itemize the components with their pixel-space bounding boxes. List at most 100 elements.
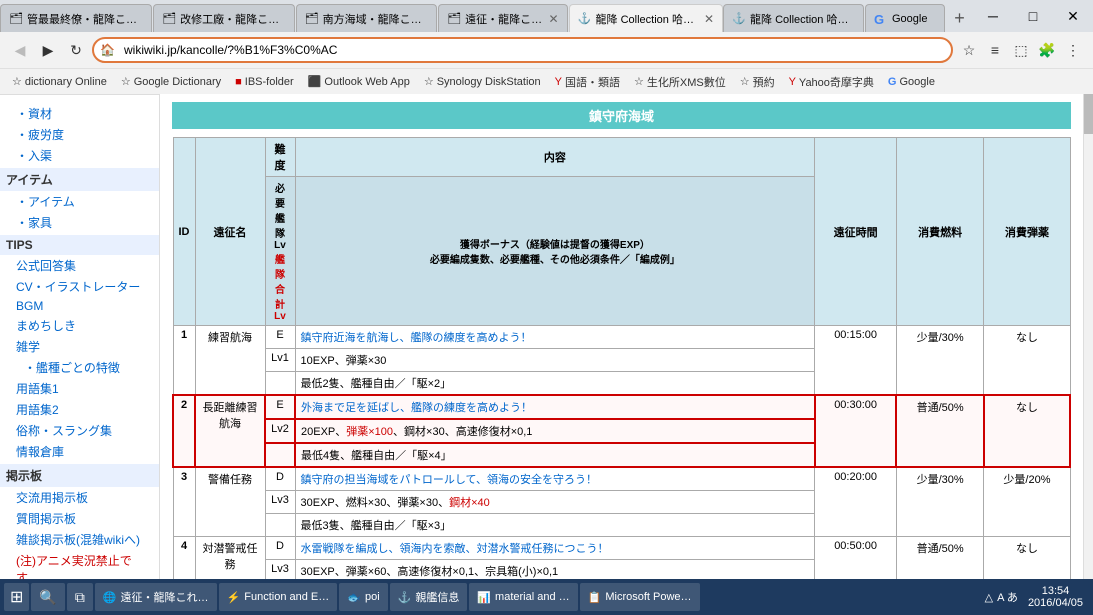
tab-2[interactable]: 🗂 改修工廠・龍降これ… bbox=[153, 4, 295, 32]
cast-button[interactable]: ⬚ bbox=[1009, 38, 1033, 62]
taskbar-search[interactable]: 🔍 bbox=[31, 583, 64, 611]
sidebar-item-bgm[interactable]: BGM bbox=[0, 297, 159, 315]
tab-1-favicon: 🗂 bbox=[9, 12, 23, 26]
ammo-link[interactable]: 弾薬×100 bbox=[346, 426, 393, 438]
refresh-button[interactable]: ↻ bbox=[64, 38, 88, 62]
taskbar-app-3[interactable]: 🐟 poi bbox=[339, 583, 387, 611]
forward-button[interactable]: ▶ bbox=[36, 38, 60, 62]
tab-6[interactable]: ⚓ 龍降 Collection 哈哦！ bbox=[723, 4, 864, 32]
sidebar-item-shitsumon[interactable]: 質問掲示板 bbox=[0, 508, 159, 529]
td-content-main-1: 鎮守府近海を航海し、艦隊の練度を高めよう！ bbox=[295, 326, 815, 349]
browser-window: 🗂 管最最終僚・龍降これ！ 🗂 改修工廠・龍降これ… 🗂 南方海域・龍降これ… … bbox=[0, 0, 1093, 581]
tab-bar: 🗂 管最最終僚・龍降これ！ 🗂 改修工廠・龍降これ… 🗂 南方海域・龍降これ… … bbox=[0, 0, 1093, 32]
bookmark-dictionary-online[interactable]: ☆ dictionary Online bbox=[8, 73, 111, 90]
back-button[interactable]: ◀ bbox=[8, 38, 32, 62]
taskbar-app-4-icon: ⚓ bbox=[398, 591, 412, 604]
sidebar-item-yougo1[interactable]: 用語集1 bbox=[0, 378, 159, 399]
sidebar-item-nyukyо[interactable]: ・入渠 bbox=[0, 145, 159, 166]
tab-3[interactable]: 🗂 南方海域・龍降これ… bbox=[296, 4, 438, 32]
sidebar-item-hirodo[interactable]: ・疲労度 bbox=[0, 124, 159, 145]
bookmark-yahoo[interactable]: Y Yahoo奇摩字典 bbox=[785, 72, 878, 92]
bookmark-seika[interactable]: ☆ 生化所XMS數位 bbox=[630, 72, 730, 92]
content-link-4[interactable]: 水雷戦隊を編成し、領海内を索敵、対潜水警戒任務につこう！ bbox=[301, 543, 609, 555]
th-content-sub: 獲得ボーナス（経験値は提督の獲得EXP）必要編成隻数、必要艦種、その他必須条件／… bbox=[295, 177, 815, 326]
scrollbar[interactable] bbox=[1083, 94, 1093, 581]
sidebar-item-slang[interactable]: 俗称・スラング集 bbox=[0, 420, 159, 441]
close-button[interactable]: ✕ bbox=[1053, 0, 1093, 32]
td-fuel-3: 少量/30% bbox=[896, 467, 984, 537]
sidebar-item-zatsugaku[interactable]: 雑学 bbox=[0, 336, 159, 357]
tab-5-close[interactable]: ✕ bbox=[704, 12, 714, 26]
sidebar-item-item[interactable]: ・アイテム bbox=[0, 191, 159, 212]
sidebar-item-souko[interactable]: 情報倉庫 bbox=[0, 441, 159, 462]
content-link-1[interactable]: 鎮守府近海を航海し、艦隊の練度を高めよう！ bbox=[301, 332, 532, 344]
tab-4-close[interactable]: ✕ bbox=[548, 12, 558, 26]
td-ammo-4: なし bbox=[984, 537, 1070, 582]
taskbar-app-6-icon: 📋 bbox=[588, 591, 602, 604]
bookmark-yoyaku[interactable]: ☆ 預約 bbox=[736, 72, 779, 92]
more-button[interactable]: ⋮ bbox=[1061, 38, 1085, 62]
steel-link[interactable]: 鋼材×40 bbox=[449, 497, 490, 509]
taskbar-app-6[interactable]: 📋 Microsoft Powe… bbox=[580, 583, 700, 611]
content-link-2[interactable]: 外海まで足を延ばし、艦隊の練度を高めよう！ bbox=[301, 402, 532, 414]
sidebar-item-anime-kinshi[interactable]: (注)アニメ実況禁止です bbox=[0, 550, 159, 581]
bookmark-synology[interactable]: ☆ Synology DiskStation bbox=[420, 73, 545, 90]
address-bar[interactable] bbox=[92, 37, 953, 63]
taskbar-notification-icon: △ bbox=[985, 591, 993, 604]
window-controls: ─ □ ✕ bbox=[973, 0, 1093, 32]
sidebar-item-mame[interactable]: まめちしき bbox=[0, 315, 159, 336]
maximize-button[interactable]: □ bbox=[1013, 0, 1053, 32]
yahoo-icon: Y bbox=[789, 76, 796, 88]
taskbar-app-2[interactable]: ⚡ Function and E… bbox=[219, 583, 338, 611]
extensions-button[interactable]: 🧩 bbox=[1035, 38, 1059, 62]
bookmark-google[interactable]: G Google bbox=[884, 74, 939, 90]
th-difficulty-sub: 必要艦隊Lv艦隊合計Lv bbox=[265, 177, 295, 326]
td-rank-4: D bbox=[265, 537, 295, 560]
taskbar-app-1-icon: 🌐 bbox=[103, 591, 117, 604]
tab-5[interactable]: ⚓ 龍降 Collection 哈哦！ ✕ bbox=[569, 4, 724, 32]
tab-7[interactable]: G Google bbox=[865, 4, 945, 32]
sidebar-item-cv[interactable]: CV・イラストレーター bbox=[0, 276, 159, 297]
td-content-sub3-2: 最低4隻、艦種自由／「駆×4」 bbox=[295, 443, 815, 467]
address-row: ◀ ▶ ↻ 🏠 ☆ ≡ ⬚ 🧩 ⋮ bbox=[0, 32, 1093, 68]
th-difficulty: 難度 bbox=[265, 138, 295, 177]
th-name: 遠征名 bbox=[195, 138, 265, 326]
bookmark-ibs-folder[interactable]: ■ IBS-folder bbox=[231, 74, 298, 90]
bookmark-outlook-label: Outlook Web App bbox=[324, 76, 409, 88]
th-content: 内容 bbox=[295, 138, 815, 177]
tab-4[interactable]: 🗂 遠征・龍降これ× ✕ bbox=[438, 4, 567, 32]
bookmark-ibs-label: IBS-folder bbox=[245, 76, 294, 88]
tab-5-favicon: ⚓ bbox=[578, 12, 592, 26]
tab-1[interactable]: 🗂 管最最終僚・龍降これ！ bbox=[0, 4, 152, 32]
taskbar-task-view[interactable]: ⧉ bbox=[67, 583, 93, 611]
bookmark-star[interactable]: ☆ bbox=[957, 38, 981, 62]
new-tab-button[interactable]: + bbox=[946, 4, 973, 32]
bookmark-google-dictionary[interactable]: ☆ Google Dictionary bbox=[117, 73, 225, 90]
google-icon: G bbox=[888, 76, 897, 88]
sidebar-item-zatsudan-mazari[interactable]: 雑談掲示板(混雑wikiへ) bbox=[0, 529, 159, 550]
bookmark-synology-label: Synology DiskStation bbox=[437, 76, 541, 88]
taskbar-app-5[interactable]: 📊 material and … bbox=[469, 583, 577, 611]
sidebar-item-kouryuu[interactable]: 交流用掲示板 bbox=[0, 487, 159, 508]
sidebar-item-kansen-toku[interactable]: ・艦種ごとの特徴 bbox=[0, 357, 159, 378]
menu-button[interactable]: ≡ bbox=[983, 38, 1007, 62]
taskbar: ⊞ 🔍 ⧉ 🌐 遠征・龍降これ… ⚡ Function and E… 🐟 poi… bbox=[0, 579, 1093, 615]
sidebar-item-faq[interactable]: 公式回答集 bbox=[0, 255, 159, 276]
sidebar-item-yougo2[interactable]: 用語集2 bbox=[0, 399, 159, 420]
td-ammo-3: 少量/20% bbox=[984, 467, 1070, 537]
bookmark-outlook[interactable]: ⬛ Outlook Web App bbox=[304, 73, 414, 90]
tab-7-title: Google bbox=[892, 13, 936, 25]
bookmark-kokugo[interactable]: Y 国語・類語 bbox=[551, 72, 624, 92]
taskbar-date: 2016/04/05 bbox=[1028, 597, 1083, 609]
scrollbar-thumb[interactable] bbox=[1084, 94, 1093, 134]
taskbar-app-4[interactable]: ⚓ 親艦信息 bbox=[390, 583, 468, 611]
start-button[interactable]: ⊞ bbox=[4, 583, 29, 611]
minimize-button[interactable]: ─ bbox=[973, 0, 1013, 32]
tab-1-title: 管最最終僚・龍降これ！ bbox=[27, 11, 143, 27]
taskbar-app-1-label: 遠征・龍降これ… bbox=[121, 589, 209, 605]
content-link-3[interactable]: 鎮守府の担当海域をパトロールして、領海の安全を守ろう！ bbox=[301, 474, 597, 486]
sidebar-item-kagu[interactable]: ・家具 bbox=[0, 212, 159, 233]
tab-3-favicon: 🗂 bbox=[305, 12, 319, 26]
sidebar-item-shizai[interactable]: ・資材 bbox=[0, 103, 159, 124]
taskbar-app-1[interactable]: 🌐 遠征・龍降これ… bbox=[95, 583, 217, 611]
